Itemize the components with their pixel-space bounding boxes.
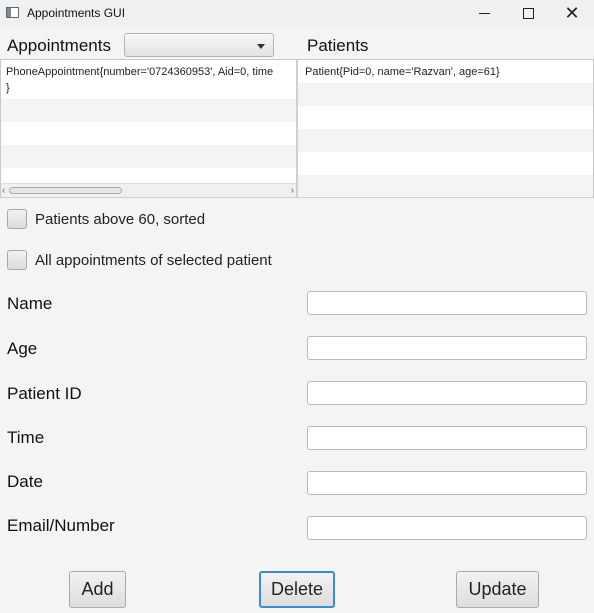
above60-checkbox[interactable] xyxy=(7,209,27,229)
patients-list[interactable]: Patient{Pid=0, name='Razvan', age=61} xyxy=(298,59,594,198)
list-stripes xyxy=(298,60,593,197)
date-label: Date xyxy=(7,472,43,491)
appointment-item-text: PhoneAppointment{number='0724360953', Ai… xyxy=(6,66,274,94)
age-field[interactable] xyxy=(307,336,587,360)
date-field[interactable] xyxy=(307,471,587,495)
list-stripe xyxy=(1,122,296,145)
age-label: Age xyxy=(7,339,38,358)
time-field[interactable] xyxy=(307,426,587,450)
list-stripe xyxy=(1,99,296,122)
email-number-label: Email/Number xyxy=(7,516,115,535)
list-stripe xyxy=(298,106,593,129)
app-icon xyxy=(6,7,19,18)
list-stripe xyxy=(298,152,593,175)
appointments-combo[interactable] xyxy=(124,33,274,57)
name-field[interactable] xyxy=(307,291,587,315)
list-stripe xyxy=(1,145,296,168)
maximize-button[interactable] xyxy=(505,0,551,26)
chevron-down-icon xyxy=(257,44,265,49)
close-icon: ✕ xyxy=(564,2,580,23)
above60-label: Patients above 60, sorted xyxy=(35,211,206,228)
list-stripe xyxy=(298,175,593,197)
maximize-icon xyxy=(522,7,534,19)
patient-item-text: Patient{Pid=0, name='Razvan', age=61} xyxy=(305,66,500,78)
divider xyxy=(0,197,594,198)
name-label: Name xyxy=(7,294,53,313)
delete-button[interactable]: Delete xyxy=(259,571,335,608)
add-button[interactable]: Add xyxy=(69,571,126,608)
window-title: Appointments GUI xyxy=(27,6,126,20)
scroll-left-icon[interactable]: ‹ xyxy=(2,185,5,196)
patient-id-field[interactable] xyxy=(307,381,587,405)
horizontal-scrollbar[interactable]: ‹ › xyxy=(1,183,296,197)
list-stripe xyxy=(298,83,593,106)
patients-label: Patients xyxy=(307,36,369,55)
close-button[interactable]: ✕ xyxy=(549,0,594,26)
time-label: Time xyxy=(7,428,45,447)
all-appointments-checkbox[interactable] xyxy=(7,250,27,270)
patient-id-label: Patient ID xyxy=(7,384,82,403)
scrollbar-thumb[interactable] xyxy=(9,187,122,194)
minimize-icon xyxy=(478,12,490,14)
minimize-button[interactable] xyxy=(461,0,507,26)
appointments-list[interactable]: PhoneAppointment{number='0724360953', Ai… xyxy=(0,59,297,198)
all-appointments-label: All appointments of selected patient xyxy=(35,252,272,269)
update-button[interactable]: Update xyxy=(456,571,539,608)
title-bar: Appointments GUI ✕ xyxy=(0,0,594,26)
email-number-field[interactable] xyxy=(307,516,587,540)
appointments-label: Appointments xyxy=(7,36,111,55)
scroll-right-icon[interactable]: › xyxy=(291,185,294,196)
list-stripe xyxy=(298,129,593,152)
